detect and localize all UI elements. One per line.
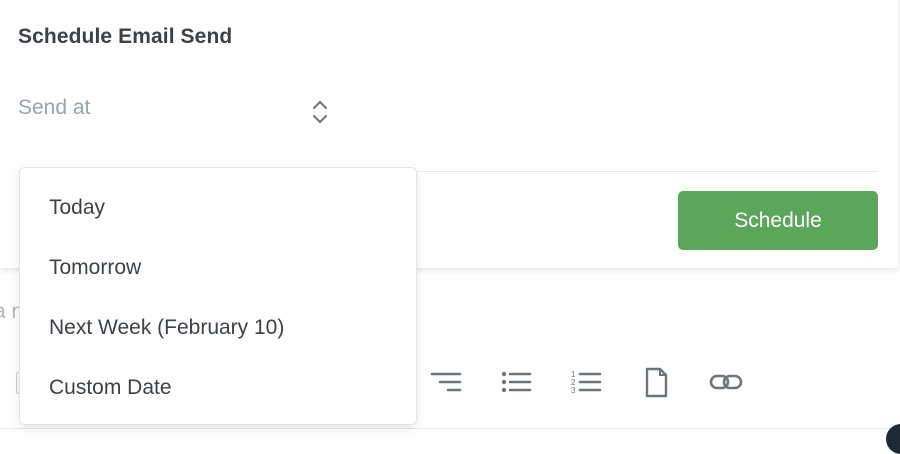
dropdown-option-custom-date[interactable]: Custom Date [20,358,416,418]
align-right-icon[interactable] [429,366,463,400]
dropdown-option-tomorrow[interactable]: Tomorrow [20,238,416,298]
send-at-select[interactable]: Send at [18,92,878,132]
send-at-dropdown: Today Tomorrow Next Week (February 10) C… [19,167,417,425]
link-icon[interactable] [709,366,743,400]
schedule-button[interactable]: Schedule [678,191,878,250]
background-divider [0,428,900,429]
dropdown-option-today[interactable]: Today [20,178,416,238]
select-arrows-icon [310,98,330,126]
bullet-list-icon[interactable] [499,366,533,400]
dropdown-option-next-week[interactable]: Next Week (February 10) [20,298,416,358]
svg-text:3: 3 [571,386,576,395]
panel-title: Schedule Email Send [18,25,233,48]
document-icon[interactable] [639,366,673,400]
numbered-list-icon[interactable]: 1 2 3 [569,366,603,400]
send-at-placeholder: Send at [18,96,91,119]
